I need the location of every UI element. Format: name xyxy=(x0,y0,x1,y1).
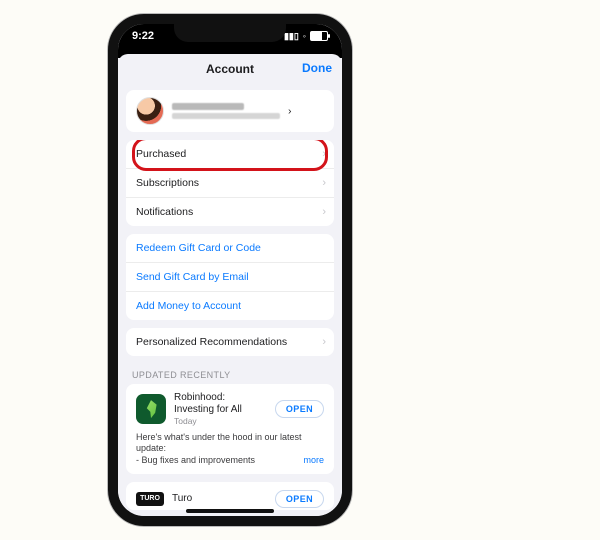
open-button[interactable]: OPEN xyxy=(275,400,324,418)
row-label: Personalized Recommendations xyxy=(136,336,287,348)
chevron-right-icon: › xyxy=(322,148,326,160)
app-name: Robinhood: Investing for All xyxy=(174,392,267,416)
feather-icon xyxy=(144,400,158,418)
signal-icon: ▮▮▯ xyxy=(284,31,299,42)
update-meta: Robinhood: Investing for All Today xyxy=(174,392,267,426)
notes-text: Here's what's under the hood in our late… xyxy=(136,432,302,465)
app-update-date: Today xyxy=(174,416,267,426)
stage: 9:22 ▮▮▯ ◦ Account Done xyxy=(0,0,600,540)
update-meta: Turo xyxy=(172,493,267,505)
wifi-icon: ◦ xyxy=(303,31,306,41)
done-button[interactable]: Done xyxy=(302,61,332,75)
phone-frame: 9:22 ▮▮▯ ◦ Account Done xyxy=(108,14,352,526)
app-icon-turo: TURO xyxy=(136,492,164,506)
chevron-right-icon: › xyxy=(288,105,292,117)
menu-group-2: Redeem Gift Card or Code Send Gift Card … xyxy=(126,234,334,320)
chevron-right-icon: › xyxy=(322,177,326,189)
row-send-gift-card[interactable]: Send Gift Card by Email xyxy=(126,262,334,291)
profile-name-redacted xyxy=(172,103,244,110)
menu-group-3: Personalized Recommendations › xyxy=(126,328,334,356)
row-label: Send Gift Card by Email xyxy=(136,271,249,283)
menu-group-1: Purchased › Subscriptions › Notification… xyxy=(126,140,334,226)
row-label: Add Money to Account xyxy=(136,300,241,312)
chevron-right-icon: › xyxy=(322,206,326,218)
chevron-right-icon: › xyxy=(322,336,326,348)
row-label: Purchased xyxy=(136,148,186,160)
modal-navbar: Account Done xyxy=(118,54,342,84)
page-title: Account xyxy=(206,62,254,76)
row-notifications[interactable]: Notifications › xyxy=(126,197,334,226)
account-sheet: Account Done › xyxy=(118,54,342,516)
app-icon-robinhood xyxy=(136,394,166,424)
row-add-money[interactable]: Add Money to Account xyxy=(126,291,334,320)
battery-icon xyxy=(310,31,328,41)
row-label: Subscriptions xyxy=(136,177,199,189)
row-subscriptions[interactable]: Subscriptions › xyxy=(126,168,334,197)
row-label: Redeem Gift Card or Code xyxy=(136,242,261,254)
avatar xyxy=(136,97,164,125)
profile-text xyxy=(172,103,280,119)
row-personalized-recommendations[interactable]: Personalized Recommendations › xyxy=(126,328,334,356)
open-button[interactable]: OPEN xyxy=(275,490,324,508)
update-card: Robinhood: Investing for All Today OPEN … xyxy=(126,384,334,474)
profile-card[interactable]: › xyxy=(126,90,334,132)
notch xyxy=(174,22,286,42)
update-card: TURO Turo OPEN xyxy=(126,482,334,510)
status-time: 9:22 xyxy=(132,30,154,42)
home-indicator[interactable] xyxy=(186,509,274,513)
update-row[interactable]: TURO Turo OPEN xyxy=(136,490,324,508)
row-label: Notifications xyxy=(136,206,193,218)
update-row[interactable]: Robinhood: Investing for All Today OPEN xyxy=(136,392,324,426)
row-purchased[interactable]: Purchased › xyxy=(126,140,334,168)
content-scroll[interactable]: › Purchased › Subscriptions › Notificati… xyxy=(118,84,342,510)
section-header-updated-recently: UPDATED RECENTLY xyxy=(126,364,334,384)
status-indicators: ▮▮▯ ◦ xyxy=(284,31,328,42)
profile-email-redacted xyxy=(172,113,280,119)
more-link[interactable]: more xyxy=(303,455,324,466)
row-redeem-gift-card[interactable]: Redeem Gift Card or Code xyxy=(126,234,334,262)
profile-row[interactable]: › xyxy=(126,90,334,132)
update-notes: Here's what's under the hood in our late… xyxy=(136,432,324,466)
app-name: Turo xyxy=(172,493,267,505)
